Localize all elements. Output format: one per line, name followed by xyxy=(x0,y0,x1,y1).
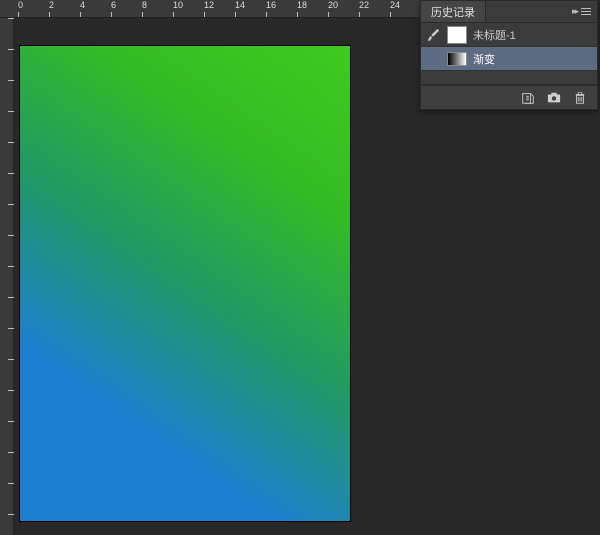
collapse-panel-icon[interactable]: ▸▸ xyxy=(572,6,577,17)
ruler-tick: 8 xyxy=(142,0,147,10)
document-thumbnail xyxy=(447,26,467,44)
ruler-tick: 10 xyxy=(173,0,183,10)
history-state-item[interactable]: 渐变 xyxy=(421,47,597,71)
history-tab[interactable]: 历史记录 xyxy=(421,1,486,22)
history-empty-area xyxy=(421,71,597,85)
panel-menu-icon[interactable] xyxy=(581,8,591,15)
ruler-tick: 12 xyxy=(204,0,214,10)
ruler-tick: 0 xyxy=(18,0,23,10)
ruler-tick: 16 xyxy=(266,0,276,10)
history-brush-icon xyxy=(425,27,441,43)
history-state-label: 渐变 xyxy=(473,51,495,67)
ruler-tick: 4 xyxy=(80,0,85,10)
ruler-tick: 2 xyxy=(49,0,54,10)
ruler-horizontal[interactable]: 024681012141618202224 xyxy=(0,0,420,18)
history-list: 未标题-1 渐变 xyxy=(421,23,597,85)
history-panel: 历史记录 ▸▸ 未标题-1 渐变 xyxy=(420,0,598,110)
ruler-vertical[interactable] xyxy=(0,18,14,535)
ruler-tick: 14 xyxy=(235,0,245,10)
camera-icon[interactable] xyxy=(547,91,561,105)
panel-tab-bar: 历史记录 ▸▸ xyxy=(421,1,597,23)
ruler-tick: 24 xyxy=(390,0,400,10)
history-document-item[interactable]: 未标题-1 xyxy=(421,23,597,47)
ruler-tick: 18 xyxy=(297,0,307,10)
ruler-tick: 6 xyxy=(111,0,116,10)
document-canvas[interactable] xyxy=(20,46,350,521)
ruler-tick: 20 xyxy=(328,0,338,10)
new-document-from-state-icon[interactable] xyxy=(521,91,535,105)
history-panel-footer xyxy=(421,85,597,109)
trash-icon[interactable] xyxy=(573,91,587,105)
document-name: 未标题-1 xyxy=(473,27,516,43)
ruler-tick: 22 xyxy=(359,0,369,10)
gradient-state-thumbnail xyxy=(447,52,467,66)
